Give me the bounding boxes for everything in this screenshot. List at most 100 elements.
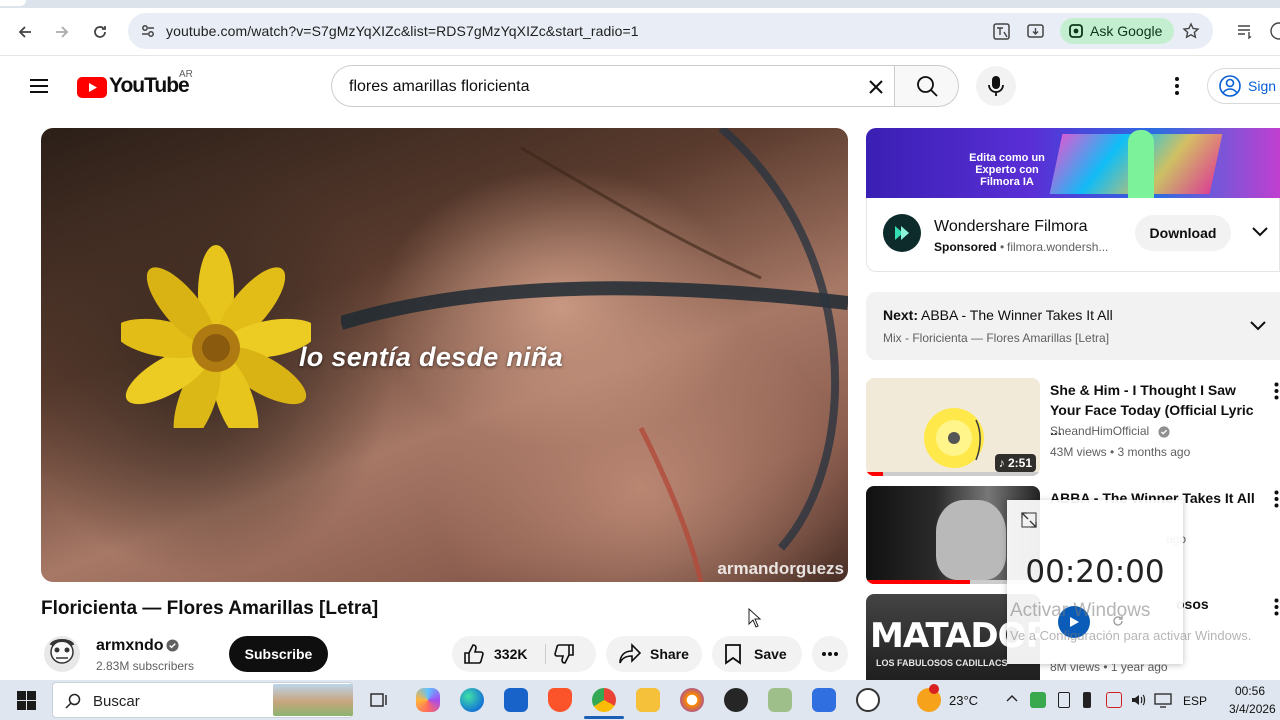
advertiser-name: Wondershare Filmora	[934, 218, 1088, 235]
lens-icon	[1069, 24, 1083, 38]
reading-list-icon[interactable]	[1236, 22, 1254, 40]
recommendation-menu-icon[interactable]	[1274, 490, 1279, 508]
volume-icon[interactable]	[1130, 692, 1146, 708]
clear-search-icon[interactable]	[868, 79, 884, 95]
tray-security-icon[interactable]	[1106, 692, 1122, 708]
site-settings-icon[interactable]	[140, 23, 156, 39]
next-title: ABBA - The Winner Takes It All	[921, 307, 1113, 323]
recommendation-menu-icon[interactable]	[1274, 382, 1279, 400]
browser-toolbar: youtube.com/watch?v=S7gMzYqXIZc&list=RDS…	[0, 8, 1280, 56]
back-icon[interactable]	[13, 20, 37, 44]
video-title: Floricienta — Flores Amarillas [Letra]	[41, 598, 379, 619]
windows-start-icon[interactable]	[17, 691, 36, 710]
tray-app-icon[interactable]	[1030, 692, 1046, 708]
recommendation-menu-icon[interactable]	[1274, 598, 1279, 616]
address-bar[interactable]: youtube.com/watch?v=S7gMzYqXIZc&list=RDS…	[128, 13, 1213, 49]
clock-date[interactable]: 3/4/2026	[1229, 702, 1276, 716]
forward-icon[interactable]	[50, 20, 74, 44]
outlook-icon[interactable]	[504, 688, 528, 712]
subscribe-button[interactable]: Subscribe	[229, 636, 328, 672]
network-icon[interactable]	[1154, 692, 1172, 708]
install-app-icon[interactable]	[1026, 22, 1045, 41]
copilot-icon[interactable]	[416, 688, 440, 712]
thumbs-down-icon	[554, 644, 574, 664]
opera-gx-icon[interactable]	[680, 688, 704, 712]
clock-time[interactable]: 00:56	[1235, 684, 1265, 698]
recommendation-channel[interactable]: SheandHimOfficial	[1050, 424, 1149, 438]
share-icon	[619, 643, 642, 664]
dislike-button[interactable]	[552, 642, 582, 666]
tray-usb-icon[interactable]	[1083, 692, 1091, 708]
recommendation-thumbnail[interactable]: ♪ 2:51	[866, 378, 1040, 476]
bookmark-star-icon[interactable]	[1182, 22, 1200, 40]
avatar-face-icon	[49, 639, 75, 664]
youtube-header: YouTube AR flores amarillas floricienta …	[0, 56, 1280, 118]
ad-banner[interactable]: Edita como un Experto con Filmora IA	[866, 128, 1280, 198]
search-query[interactable]: flores amarillas floricienta	[349, 78, 530, 96]
file-explorer-icon[interactable]	[636, 688, 660, 712]
profile-icon[interactable]	[1270, 22, 1280, 40]
download-button[interactable]: Download	[1135, 215, 1231, 251]
watch-progress-track	[866, 472, 1040, 476]
search-button[interactable]	[894, 65, 959, 107]
country-code: AR	[179, 69, 193, 80]
more-options-icon[interactable]	[1174, 76, 1180, 96]
brave-browser-icon[interactable]	[548, 688, 572, 712]
watch-progress-fill	[866, 580, 971, 584]
task-view-icon[interactable]	[369, 690, 389, 710]
taskbar-search-box[interactable]: Buscar	[52, 682, 353, 718]
notes-app-icon[interactable]	[812, 688, 836, 712]
ad-domain: filmora.wondersh...	[1007, 240, 1109, 254]
clock-app-icon[interactable]	[856, 688, 880, 712]
youtube-play-logo-icon	[77, 77, 107, 98]
ask-google-button[interactable]: Ask Google	[1060, 18, 1174, 44]
channel-avatar[interactable]	[44, 636, 80, 672]
chrome-active-indicator	[584, 716, 624, 719]
recording-app-icon[interactable]	[724, 688, 748, 712]
verified-badge-icon	[1158, 426, 1170, 438]
voice-search-button[interactable]	[976, 66, 1016, 106]
tray-device-icon[interactable]	[1058, 692, 1070, 708]
yellow-flower-image	[121, 245, 311, 428]
menu-icon[interactable]	[29, 78, 49, 94]
url-text[interactable]: youtube.com/watch?v=S7gMzYqXIZc&list=RDS…	[166, 23, 639, 39]
input-language[interactable]: ESP	[1183, 694, 1207, 708]
recommendation-item[interactable]: ♪ 2:51 She & Him - I Thought I Saw Your …	[866, 378, 1280, 476]
ad-card[interactable]: Wondershare Filmora Sponsored • filmora.…	[866, 198, 1280, 272]
taskbar-search-placeholder: Buscar	[93, 693, 140, 710]
music-note-icon: ♪	[998, 456, 1008, 470]
save-button[interactable]: Save	[712, 636, 802, 672]
sign-in-button[interactable]: Sign	[1207, 68, 1280, 104]
youtube-logo[interactable]: YouTube AR	[77, 69, 197, 99]
translate-icon[interactable]	[992, 22, 1011, 41]
expand-window-icon[interactable]	[1021, 512, 1037, 528]
game-app-icon[interactable]	[768, 688, 792, 712]
browser-tab-strip	[0, 0, 1280, 8]
expand-ad-icon[interactable]	[1252, 227, 1268, 237]
sun-illustration	[924, 408, 984, 468]
channel-name[interactable]: armxndo	[96, 637, 164, 655]
save-label: Save	[754, 646, 787, 662]
thumbnail-face	[936, 500, 1006, 580]
video-player[interactable]: lo sentía desde niña armandorguezs	[41, 128, 848, 582]
share-button[interactable]: Share	[606, 636, 702, 672]
verified-badge-icon	[166, 639, 179, 652]
like-button[interactable]: 332K	[452, 636, 544, 672]
next-prefix: Next:	[883, 307, 919, 323]
show-hidden-icons-icon[interactable]	[1006, 694, 1018, 702]
watch-progress-fill	[866, 472, 884, 476]
search-input[interactable]: flores amarillas floricienta	[331, 65, 894, 107]
reload-icon[interactable]	[88, 20, 112, 44]
microphone-icon	[988, 76, 1004, 96]
temperature[interactable]: 23°C	[949, 693, 978, 708]
more-actions-button[interactable]	[812, 636, 848, 672]
video-caption: lo sentía desde niña	[299, 342, 564, 372]
share-label: Share	[650, 646, 689, 662]
playlist-up-next[interactable]: Next: ABBA - The Winner Takes It All Mix…	[866, 292, 1280, 360]
expand-playlist-icon[interactable]	[1250, 321, 1266, 331]
chrome-icon[interactable]	[592, 688, 616, 712]
edge-browser-icon[interactable]	[460, 688, 484, 712]
search-icon	[916, 76, 938, 97]
video-watermark: armandorguezs	[717, 559, 844, 578]
mix-title: Mix - Floricienta — Flores Amarillas [Le…	[883, 331, 1110, 345]
